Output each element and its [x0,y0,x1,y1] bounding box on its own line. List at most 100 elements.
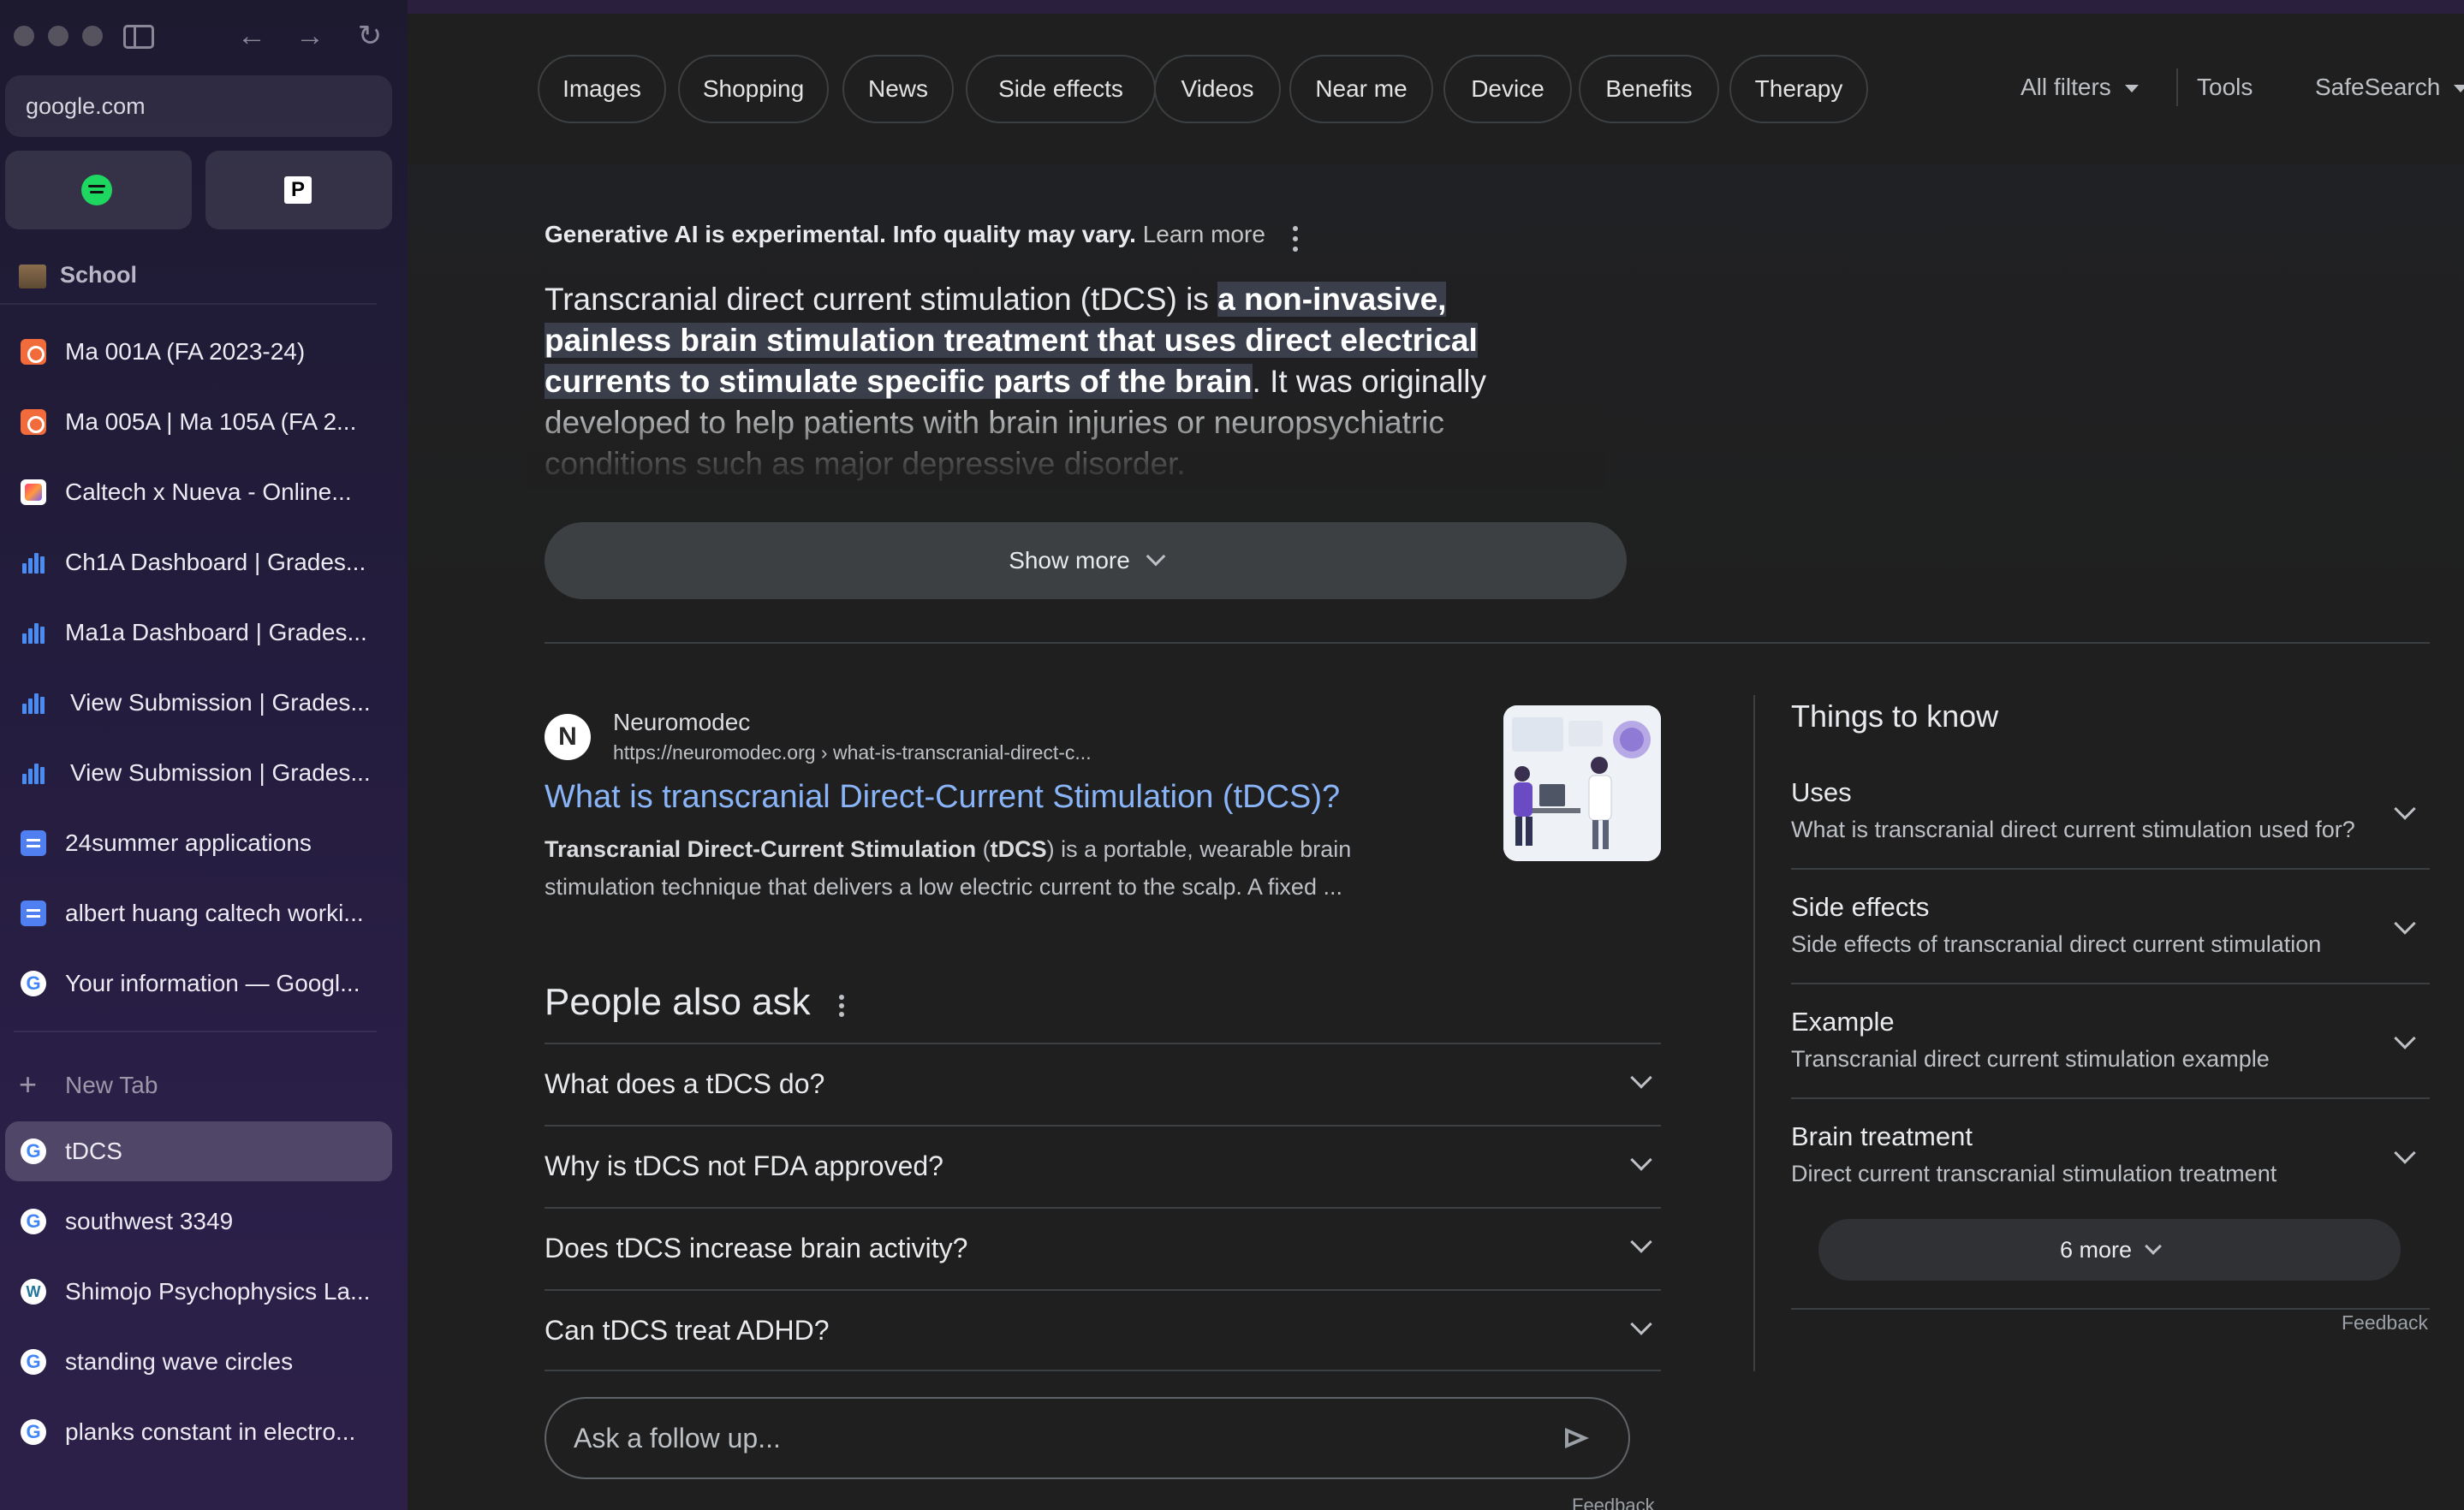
tab-item[interactable]: southwest 3349 [5,1192,392,1251]
caret-down-icon [2124,85,2139,93]
tab-item[interactable]: Ch1A Dashboard | Grades... [5,532,392,592]
show-more-label: Show more [1009,547,1130,574]
bar-chart-icon [21,760,46,786]
tab-item[interactable]: Ma 005A | Ma 105A (FA 2... [5,392,392,452]
tab-item[interactable]: Ma 001A (FA 2023-24) [5,322,392,382]
tab-item[interactable]: standing wave circles [5,1332,392,1392]
tab-item[interactable]: View Submission | Grades... [5,673,392,733]
chip-news[interactable]: News [842,55,954,123]
ai-disclaimer: Generative AI is experimental. Info qual… [545,221,1265,248]
chip-near-me[interactable]: Near me [1289,55,1433,123]
forward-arrow-icon[interactable]: → [291,17,329,55]
tab-item[interactable]: albert huang caltech worki... [5,883,392,943]
send-icon[interactable] [1565,1428,1589,1448]
tab-title: Ch1A Dashboard | Grades... [65,549,366,575]
tab-title: Ma 005A | Ma 105A (FA 2... [65,408,357,435]
address-bar[interactable]: google.com [5,75,392,137]
ai-text-start: Transcranial direct current stimulation … [545,282,1218,317]
google-icon [21,1349,46,1375]
ai-disclaimer-text: Generative AI is experimental. Info qual… [545,221,1136,247]
tab-title: View Submission | Grades... [70,759,371,786]
chevron-down-icon [1630,1149,1652,1171]
tab-item[interactable]: planks constant in electro... [5,1402,392,1462]
chip-benefits[interactable]: Benefits [1579,55,1719,123]
more-topics-label: 6 more [2059,1237,2133,1263]
feedback-link[interactable]: Feedback [1572,1495,1655,1510]
safesearch-label: SafeSearch [2315,74,2441,100]
divider [14,1031,377,1032]
paa-question-text: Can tDCS treat ADHD? [545,1315,830,1346]
all-filters-button[interactable]: All filters [2021,74,2139,101]
bar-chart-icon [21,690,46,716]
tab-item[interactable]: Your information — Googl... [5,954,392,1014]
folder-school[interactable]: School [19,262,137,288]
chip-shopping[interactable]: Shopping [678,55,829,123]
new-tab-button[interactable]: + New Tab [19,1067,158,1103]
result-title-link[interactable]: What is transcranial Direct-Current Stim… [545,779,1340,816]
paa-question[interactable]: What does a tDCS do? [545,1043,1661,1125]
divider [0,303,377,305]
tab-title: Your information — Googl... [65,970,360,996]
reload-icon[interactable]: ↻ [351,17,389,55]
close-window-button[interactable] [14,26,34,46]
more-topics-button[interactable]: 6 more [1818,1219,2401,1281]
things-to-know-title: Things to know [1791,699,1999,734]
learn-more-link[interactable]: Learn more [1143,221,1265,247]
ttk-item-brain-treatment[interactable]: Brain treatment Direct current transcrani… [1791,1099,2430,1214]
tab-item[interactable]: Caltech x Nueva - Online... [5,462,392,522]
paa-question[interactable]: Does tDCS increase brain activity? [545,1207,1661,1289]
paa-question[interactable]: Why is tDCS not FDA approved? [545,1125,1661,1207]
tab-item[interactable]: View Submission | Grades... [5,743,392,803]
chevron-down-icon [2145,1238,2162,1255]
result-url[interactable]: https://neuromodec.org › what-is-transcr… [613,741,1092,764]
sidebar-toolbar: ← → ↻ [0,0,408,72]
zoom-window-button[interactable] [82,26,103,46]
google-icon [21,971,46,996]
ttk-item-example[interactable]: Example Transcranial direct current stimu… [1791,984,2430,1099]
divider [2176,68,2178,106]
paa-question[interactable]: Can tDCS treat ADHD? [545,1289,1661,1371]
feedback-link[interactable]: Feedback [2342,1311,2428,1335]
safesearch-button[interactable]: SafeSearch [2315,74,2464,101]
spotify-icon [81,175,112,205]
ttk-item-side-effects[interactable]: Side effects Side effects of transcranial… [1791,870,2430,984]
sidebar-toggle-icon[interactable] [123,25,154,49]
show-more-button[interactable]: Show more [545,522,1627,599]
paa-question-text: What does a tDCS do? [545,1068,825,1099]
chip-device[interactable]: Device [1443,55,1572,123]
caret-down-icon [2454,85,2464,93]
chip-videos[interactable]: Videos [1154,55,1281,123]
chip-images[interactable]: Images [538,55,666,123]
tab-item-active[interactable]: tDCS [5,1121,392,1181]
result-thumbnail-image[interactable] [1503,705,1661,861]
chip-side-effects[interactable]: Side effects [966,55,1156,123]
more-options-icon[interactable] [1293,226,1298,252]
tab-title: 24summer applications [65,829,312,856]
tools-button[interactable]: Tools [2197,74,2253,101]
paa-options-icon[interactable] [839,995,844,1020]
all-filters-label: All filters [2021,74,2111,100]
tab-item[interactable]: 24summer applications [5,813,392,873]
ttk-heading: Brain treatment [1791,1121,1973,1151]
paa-question-text: Does tDCS increase brain activity? [545,1233,968,1263]
tab-item[interactable]: Shimojo Psychophysics La... [5,1262,392,1322]
snippet-bold: Transcranial Direct-Current Stimulation [545,836,977,862]
chip-therapy[interactable]: Therapy [1729,55,1868,123]
bar-chart-icon [21,620,46,645]
result-site-name[interactable]: Neuromodec [613,709,750,736]
tab-title: southwest 3349 [65,1208,234,1234]
chevron-down-icon [2394,913,2416,935]
divider [545,642,2430,644]
doc-icon [21,830,46,856]
doc-icon [21,901,46,926]
wordpress-icon [21,1279,46,1305]
ttk-subtitle: Side effects of transcranial direct curr… [1791,931,2322,957]
chevron-down-icon [1630,1231,1652,1253]
chevron-down-icon [2394,798,2416,820]
ttk-heading: Side effects [1791,892,1930,922]
ttk-item-uses[interactable]: Uses What is transcranial direct current … [1791,755,2430,870]
follow-up-input[interactable]: Ask a follow up... [545,1397,1630,1479]
tab-item[interactable]: Ma1a Dashboard | Grades... [5,603,392,663]
minimize-window-button[interactable] [48,26,68,46]
back-arrow-icon[interactable]: ← [233,17,271,55]
